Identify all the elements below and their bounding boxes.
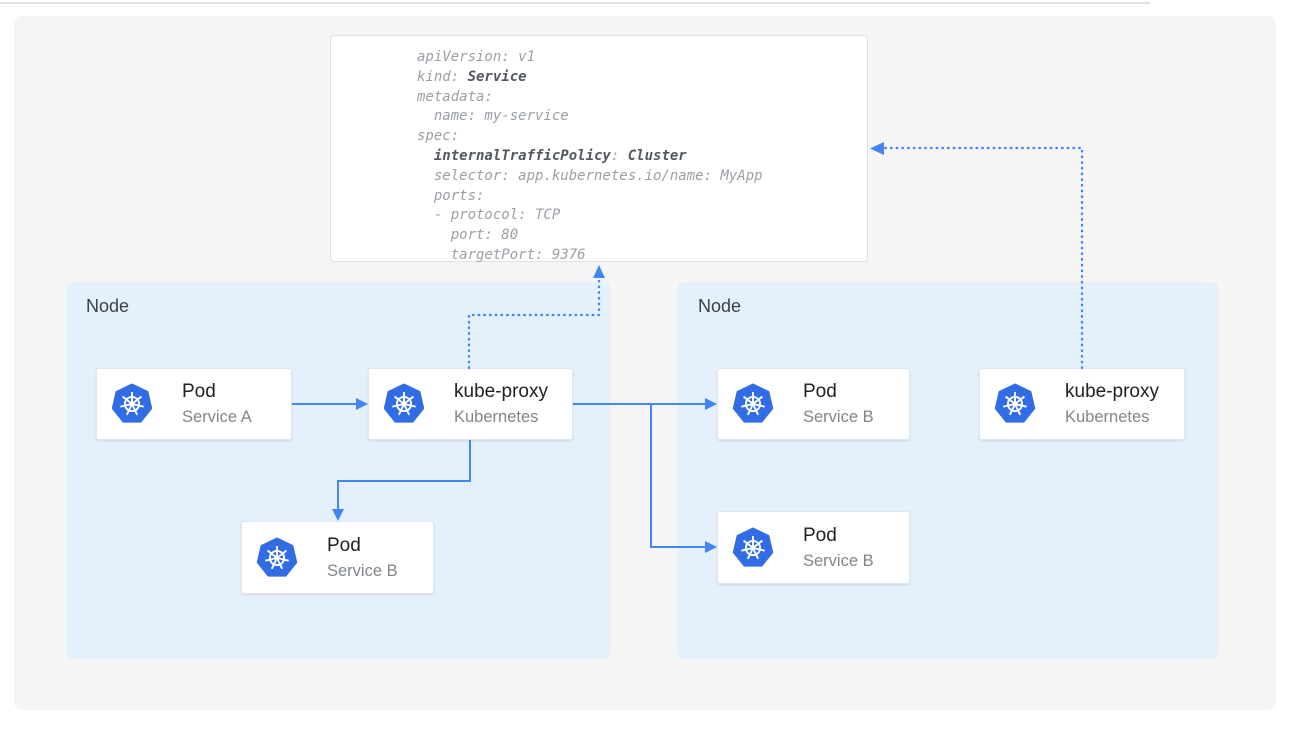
card-kube-proxy-left: kube-proxy Kubernetes xyxy=(368,368,573,440)
kubernetes-logo-icon xyxy=(994,383,1036,425)
node-right-label: Node xyxy=(698,296,741,317)
card-pod-service-b-right-bottom: Pod Service B xyxy=(717,511,910,584)
card-title: kube-proxy xyxy=(454,381,548,403)
node-left: Node xyxy=(66,282,610,659)
card-subtitle: Service B xyxy=(803,407,874,427)
card-pod-service-b-right-top: Pod Service B xyxy=(717,368,910,440)
card-title: kube-proxy xyxy=(1065,381,1159,403)
kubernetes-logo-icon xyxy=(732,383,774,425)
kubernetes-logo-icon xyxy=(383,383,425,425)
kubernetes-logo-icon xyxy=(256,537,298,579)
manifest-code: apiVersion: v1kind: Servicemetadata: nam… xyxy=(417,48,859,266)
card-pod-service-a: Pod Service A xyxy=(96,368,292,440)
card-title: Pod xyxy=(803,525,874,547)
card-kube-proxy-right: kube-proxy Kubernetes xyxy=(979,368,1185,440)
card-title: Pod xyxy=(182,381,252,403)
card-title: Pod xyxy=(327,535,398,557)
card-subtitle: Service B xyxy=(327,561,398,581)
kubernetes-internal-traffic-policy-diagram: apiVersion: v1kind: Servicemetadata: nam… xyxy=(0,0,1296,729)
card-subtitle: Service B xyxy=(803,551,874,571)
card-pod-service-b-left: Pod Service B xyxy=(241,521,434,594)
service-manifest-card: apiVersion: v1kind: Servicemetadata: nam… xyxy=(330,35,868,262)
card-subtitle: Service A xyxy=(182,407,252,427)
top-divider xyxy=(0,2,1150,4)
card-title: Pod xyxy=(803,381,874,403)
kubernetes-logo-icon xyxy=(732,527,774,569)
kubernetes-logo-icon xyxy=(111,383,153,425)
node-left-label: Node xyxy=(86,296,129,317)
node-right: Node xyxy=(678,282,1218,659)
card-subtitle: Kubernetes xyxy=(1065,407,1159,427)
card-subtitle: Kubernetes xyxy=(454,407,548,427)
